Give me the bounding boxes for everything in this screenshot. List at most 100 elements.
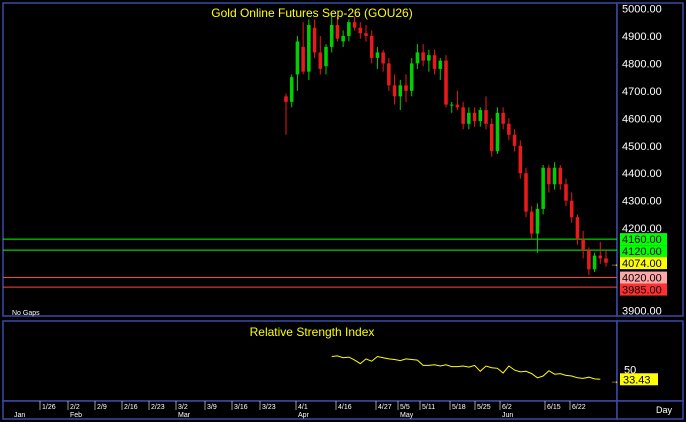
candle-body bbox=[387, 63, 391, 86]
no-gaps-label: No Gaps bbox=[12, 310, 40, 317]
candle-body bbox=[421, 52, 425, 61]
date-tick-label: 2/23 bbox=[151, 404, 165, 411]
candle-body bbox=[284, 96, 288, 102]
candle-body bbox=[564, 184, 568, 201]
candle-body bbox=[295, 41, 300, 75]
candle-body bbox=[467, 112, 471, 124]
candle-body bbox=[535, 208, 540, 234]
candle-body bbox=[341, 35, 345, 42]
rsi-value-label: 33.43 bbox=[623, 374, 651, 386]
candle-body bbox=[427, 55, 431, 61]
date-tick-label: 4/16 bbox=[338, 404, 352, 411]
candle-body bbox=[409, 63, 414, 91]
date-tick-label: 3/16 bbox=[234, 404, 248, 411]
price-tick-label: 4400.00 bbox=[622, 168, 662, 180]
date-tick-label: 2/2 bbox=[70, 404, 80, 411]
month-label: Jun bbox=[502, 412, 513, 419]
date-tick-label: 1/26 bbox=[42, 404, 56, 411]
date-tick-label: 2/16 bbox=[124, 404, 138, 411]
candle-body bbox=[592, 255, 597, 270]
price-tick-label: 3900.00 bbox=[622, 306, 662, 318]
candle-body bbox=[398, 85, 403, 97]
month-label: Mar bbox=[178, 412, 191, 419]
candle-body bbox=[598, 255, 603, 259]
candle-body bbox=[529, 211, 534, 234]
rsi-axis-frame bbox=[616, 320, 684, 402]
candle-body bbox=[575, 217, 580, 240]
date-tick-label: 6/15 bbox=[547, 404, 561, 411]
candle-body bbox=[392, 85, 397, 97]
rsi-title: Relative Strength Index bbox=[250, 325, 375, 339]
price-tag-label: 4074.00 bbox=[622, 258, 662, 270]
candle-body bbox=[604, 258, 608, 263]
month-label: Jan bbox=[14, 412, 25, 419]
date-tick-label: 5/5 bbox=[400, 404, 410, 411]
candle-body bbox=[335, 24, 340, 39]
candle-body bbox=[301, 46, 305, 72]
candle-body bbox=[495, 112, 500, 152]
candle-body bbox=[352, 22, 357, 28]
price-tick-label: 5000.00 bbox=[622, 3, 662, 15]
candle-body bbox=[558, 167, 563, 185]
date-tick-label: 6/22 bbox=[572, 404, 586, 411]
candle-body bbox=[369, 35, 374, 58]
candle-body bbox=[461, 107, 465, 124]
candle-body bbox=[329, 24, 334, 47]
candle-body bbox=[489, 123, 494, 152]
date-tick-label: 2/9 bbox=[97, 404, 107, 411]
candle-body bbox=[478, 110, 483, 122]
candle-body bbox=[404, 85, 408, 91]
last-price-marker: → bbox=[610, 259, 619, 269]
candle-body bbox=[432, 55, 437, 69]
candle-body bbox=[289, 77, 294, 102]
chart-root: 5000.00 4900.00 4800.00 4700.00 4600.00 4500.… bbox=[2, 2, 684, 420]
candle-body bbox=[347, 22, 351, 36]
main-chart-title: Gold Online Futures Sep-26 (GOU26) bbox=[211, 6, 412, 20]
price-tick-label: 4800.00 bbox=[622, 58, 662, 70]
price-tick-label: 4300.00 bbox=[622, 196, 662, 208]
price-tag-label: 3985.00 bbox=[622, 285, 662, 297]
date-tick-label: 5/11 bbox=[422, 404, 435, 411]
candle-body bbox=[547, 167, 551, 185]
candle-body bbox=[541, 167, 545, 209]
date-tick-label: 3/9 bbox=[207, 404, 217, 411]
candle-body bbox=[438, 60, 443, 69]
candle-body bbox=[312, 27, 317, 53]
candle-body bbox=[501, 112, 505, 124]
candle-body bbox=[449, 104, 454, 106]
candle-body bbox=[307, 24, 311, 72]
candle-body bbox=[324, 46, 328, 67]
candle-body bbox=[569, 200, 574, 218]
month-label: May bbox=[400, 412, 414, 419]
rsi-last-marker: → bbox=[610, 375, 619, 385]
price-tick-label: 4900.00 bbox=[622, 31, 662, 43]
candle-body bbox=[484, 110, 488, 124]
candle-body bbox=[512, 134, 517, 146]
candle-body bbox=[518, 145, 523, 174]
date-tick-label: 4/1 bbox=[298, 404, 308, 411]
month-label: Apr bbox=[298, 412, 310, 419]
price-tick-label: 4600.00 bbox=[622, 113, 662, 125]
price-tag-label: 4160.00 bbox=[622, 234, 662, 246]
candle-body bbox=[507, 123, 511, 135]
date-tick-label: 6/2 bbox=[502, 404, 512, 411]
date-tick-label: 5/25 bbox=[477, 404, 491, 411]
date-tick-label: 5/18 bbox=[452, 404, 466, 411]
candle-body bbox=[444, 60, 448, 105]
candle-body bbox=[552, 167, 557, 185]
candle-body bbox=[455, 104, 460, 108]
candle-body bbox=[381, 52, 385, 64]
candle-body bbox=[375, 52, 380, 58]
candle-body bbox=[587, 250, 591, 270]
price-tag-label: 4120.00 bbox=[622, 246, 662, 258]
candle-body bbox=[472, 112, 477, 122]
candle-body bbox=[581, 239, 585, 251]
period-box bbox=[616, 400, 684, 420]
period-label: Day bbox=[656, 405, 673, 415]
candle-body bbox=[318, 52, 323, 69]
candle-body bbox=[358, 27, 363, 34]
candle-body bbox=[524, 173, 528, 212]
price-tick-label: 4500.00 bbox=[622, 141, 662, 153]
candle-body bbox=[364, 33, 368, 36]
price-tick-label: 4700.00 bbox=[622, 86, 662, 98]
